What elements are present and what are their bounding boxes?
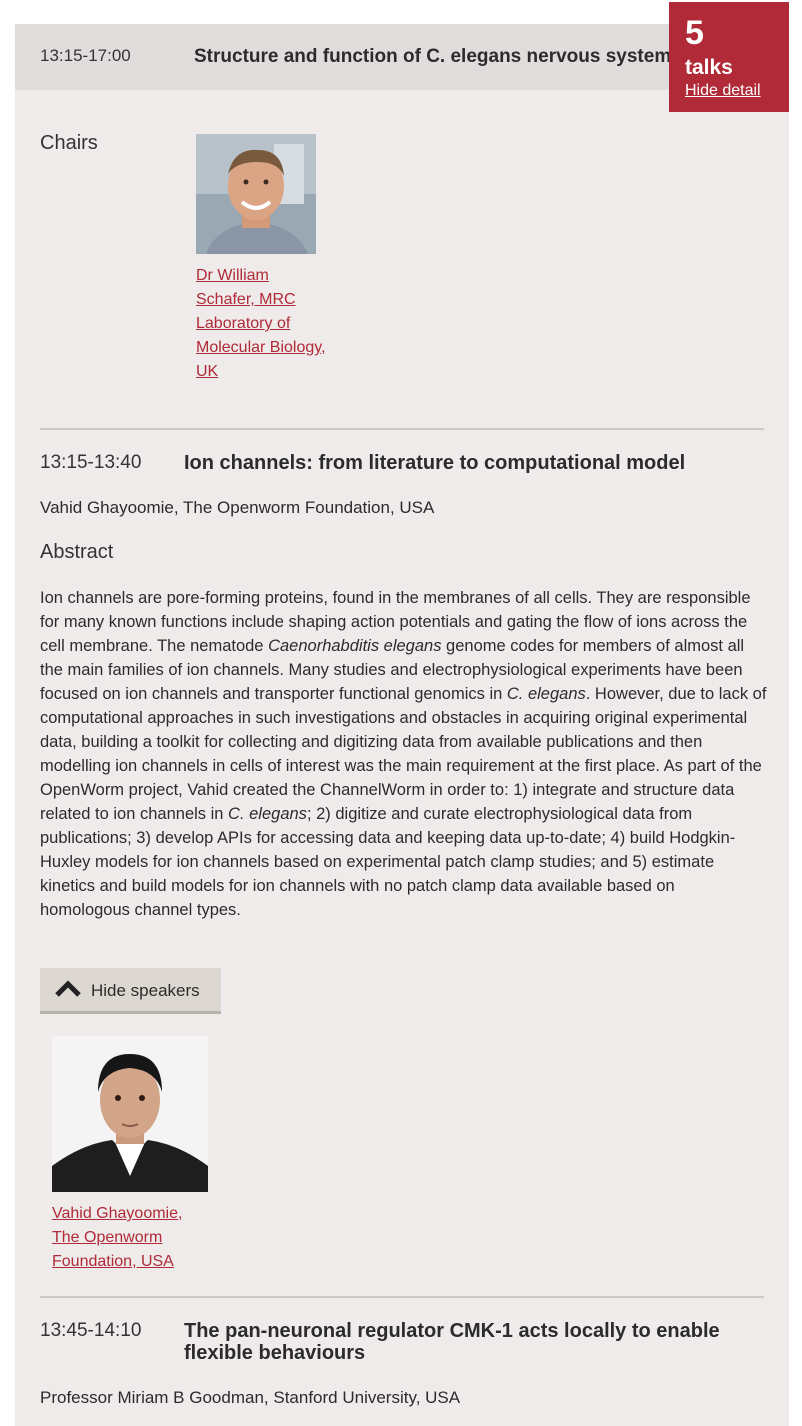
session-time: 13:15-17:00: [40, 46, 131, 65]
talk-title: The pan-neuronal regulator CMK-1 acts lo…: [184, 1320, 720, 1364]
talk-time: 13:45-14:10: [40, 1320, 142, 1341]
abstract-body: Ion channels are pore-forming proteins, …: [40, 589, 767, 919]
hide-speakers-button[interactable]: Hide speakers: [40, 968, 221, 1014]
speaker-photo: [52, 1036, 208, 1192]
chair-link[interactable]: Dr William Schafer, MRC Laboratory of Mo…: [196, 264, 326, 384]
session-title: Structure and function of C. elegans ner…: [194, 46, 672, 67]
abstract-heading: Abstract: [40, 541, 114, 563]
hide-detail-link[interactable]: Hide detail: [685, 82, 761, 100]
talk-divider: [40, 1296, 764, 1298]
speaker-link[interactable]: Vahid Ghayoomie, The Openworm Foundation…: [52, 1202, 212, 1274]
talk-time: 13:15-13:40: [40, 452, 142, 473]
talks-label: talks: [685, 56, 733, 79]
hide-speakers-label: Hide speakers: [91, 981, 200, 1000]
chairs-heading: Chairs: [40, 132, 98, 154]
talk-title: Ion channels: from literature to computa…: [184, 452, 686, 474]
chevron-up-icon: [55, 980, 81, 997]
talk-speaker: Professor Miriam B Goodman, Stanford Uni…: [40, 1388, 461, 1407]
talk-speaker: Vahid Ghayoomie, The Openworm Foundation…: [40, 498, 435, 517]
chair-photo: [196, 134, 316, 254]
talks-count: 5: [685, 14, 704, 52]
talk-divider: [40, 428, 764, 430]
talks-count-badge: 5 talks Hide detail: [669, 2, 789, 112]
